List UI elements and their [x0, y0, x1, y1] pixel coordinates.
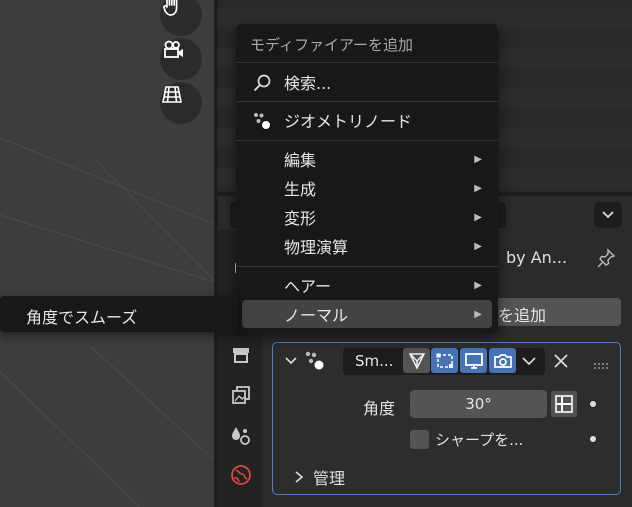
world-globe-icon[interactable] [228, 462, 254, 488]
camera-view-icon[interactable] [160, 38, 202, 80]
remove-modifier-close-icon[interactable] [553, 353, 569, 369]
submenu-item-label: 角度でスムーズ [26, 308, 138, 327]
angle-attribute-toggle-icon[interactable] [551, 391, 577, 417]
geometry-nodes-modifier-icon [303, 350, 327, 372]
menu-separator [236, 266, 498, 267]
menu-item-label: 編集 [284, 151, 317, 170]
render-toggle-camera-icon[interactable] [489, 348, 516, 373]
view-layer-tab-icon[interactable] [228, 422, 254, 448]
menu-item-label: ジオメトリノード [284, 112, 413, 131]
render-tab-icon[interactable] [228, 342, 254, 368]
menu-item-label: ヘアー [284, 277, 332, 296]
modifier-extras-chevron-down-icon[interactable] [521, 354, 537, 370]
angle-keyframe-dot[interactable] [590, 401, 596, 407]
menu-title: モディファイアーを追加 [250, 36, 414, 54]
angle-label: 角度 [363, 399, 396, 418]
modifier-name-field[interactable]: Sm... [355, 352, 393, 370]
menu-item-normals[interactable]: ノーマル ▶ [242, 300, 492, 328]
submenu-arrow-icon: ▶ [474, 153, 482, 165]
submenu-arrow-icon: ▶ [474, 240, 482, 252]
submenu-arrow-icon: ▶ [474, 182, 482, 194]
menu-separator [236, 140, 498, 141]
ortho-grid-view-icon[interactable] [160, 82, 202, 124]
angle-value: 30° [465, 395, 492, 413]
manage-subpanel-label[interactable]: 管理 [313, 465, 345, 489]
menu-item-search[interactable]: 検索... [242, 68, 492, 96]
manage-expand-chevron-right-icon[interactable] [293, 469, 305, 483]
drag-handle-icon[interactable] [593, 355, 609, 369]
submenu-arrow-icon: ▶ [474, 308, 482, 320]
sharp-checkbox[interactable] [410, 430, 429, 449]
pin-icon[interactable] [596, 248, 616, 268]
menu-item-hair[interactable]: ヘアー ▶ [242, 271, 492, 299]
add-modifier-menu: モディファイアーを追加 検索... ジオメトリノード 編集 ▶ 生成 ▶ 変形 … [236, 24, 498, 333]
edit-mode-cage-toggle-icon[interactable] [403, 348, 430, 373]
menu-item-edit[interactable]: 編集 ▶ [242, 145, 492, 173]
menu-item-label: 検索... [284, 74, 332, 93]
sharp-keyframe-dot[interactable] [590, 436, 596, 442]
submenu-item-smooth-by-angle[interactable]: 角度でスムーズ [0, 296, 238, 332]
panel-collapse-chevron-icon[interactable] [283, 353, 299, 369]
add-modifier-button[interactable]: を追加 [486, 298, 621, 326]
submenu-arrow-icon: ▶ [474, 211, 482, 223]
menu-item-label: 変形 [284, 209, 317, 228]
menu-item-geometry-nodes[interactable]: ジオメトリノード [242, 106, 492, 134]
menu-item-physics[interactable]: 物理演算 ▶ [242, 232, 492, 260]
search-icon [252, 73, 272, 93]
submenu-arrow-icon: ▶ [474, 279, 482, 291]
edit-mode-toggle-icon[interactable] [431, 348, 458, 373]
menu-item-label: 物理演算 [284, 238, 349, 257]
menu-item-generate[interactable]: 生成 ▶ [242, 174, 492, 202]
3d-viewport[interactable] [0, 0, 214, 507]
output-tab-icon[interactable] [228, 382, 254, 408]
object-name-text: by An... [506, 248, 568, 267]
properties-options-dropdown[interactable] [594, 202, 622, 228]
modifier-panel: Sm... 角度 30° シャープを... 管理 [272, 342, 621, 495]
add-modifier-label: を追加 [498, 306, 547, 325]
geometry-nodes-icon [252, 111, 272, 131]
menu-item-deform[interactable]: 変形 ▶ [242, 203, 492, 231]
angle-value-field[interactable]: 30° [410, 390, 547, 418]
chevron-down-icon [602, 211, 614, 219]
realtime-viewport-toggle-icon[interactable] [460, 348, 487, 373]
sharp-label: シャープを... [435, 431, 524, 449]
menu-separator [236, 62, 498, 63]
menu-item-label: ノーマル [284, 306, 349, 325]
normals-submenu: 角度でスムーズ [0, 296, 238, 332]
menu-item-label: 生成 [284, 180, 317, 199]
menu-separator [236, 101, 498, 102]
